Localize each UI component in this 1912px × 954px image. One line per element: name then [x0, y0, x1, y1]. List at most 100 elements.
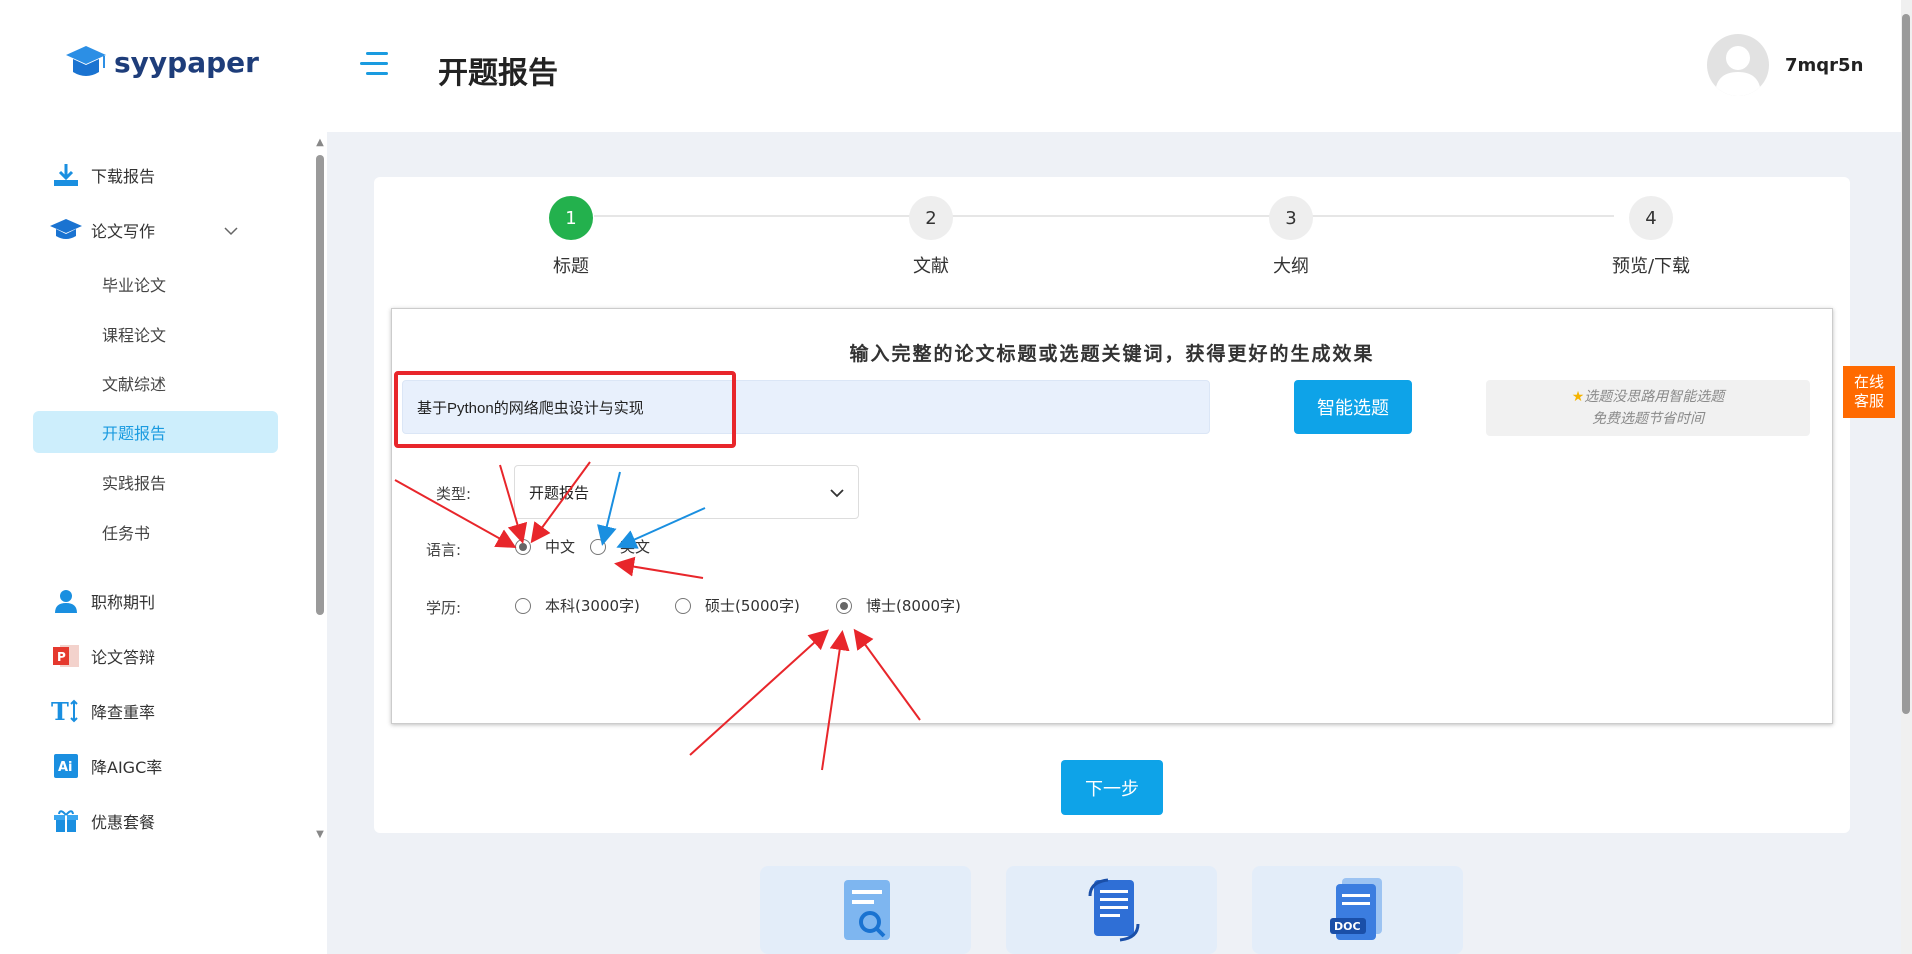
sidebar-item-label: 下载报告: [91, 167, 156, 186]
topic-form: 输入完整的论文标题或选题关键词，获得更好的生成效果 智能选题 ★选题没思路用智能…: [391, 308, 1833, 724]
radio-label: 硕士(5000字): [705, 597, 800, 615]
sidebar-item-label: 课程论文: [102, 326, 167, 345]
sidebar-item-journal[interactable]: 职称期刊: [33, 580, 278, 622]
graduation-cap-icon: [49, 215, 83, 245]
sidebar-item-label: 开题报告: [102, 424, 167, 443]
degree-label: 学历:: [426, 599, 462, 617]
radio-unselected-icon[interactable]: [515, 597, 531, 614]
sidebar-scroll-down-arrow-icon[interactable]: ▼: [314, 830, 326, 840]
form-heading: 输入完整的论文标题或选题关键词，获得更好的生成效果: [849, 343, 1375, 365]
step-label: 文献: [913, 256, 949, 277]
online-service-button[interactable]: 在线 客服: [1843, 366, 1895, 418]
sidebar-scroll-up-arrow-icon[interactable]: ▲: [314, 138, 326, 148]
sidebar-subitem-literature-review[interactable]: 文献综述: [33, 362, 278, 404]
download-icon: [49, 160, 83, 190]
step-number: 3: [1269, 196, 1313, 240]
type-label: 类型:: [436, 485, 472, 503]
step-label: 预览/下载: [1611, 256, 1691, 277]
sidebar-subitem-proposal-report[interactable]: 开题报告: [33, 411, 278, 453]
star-icon: ★: [1571, 389, 1585, 405]
document-refresh-icon: [1088, 878, 1140, 942]
sidebar-item-label: 毕业论文: [102, 276, 167, 295]
sidebar-item-label: 优惠套餐: [91, 813, 156, 832]
sidebar-item-defense[interactable]: P 论文答辩: [33, 635, 278, 677]
sidebar-item-label: 论文写作: [91, 222, 156, 241]
sidebar-subitem-task-book[interactable]: 任务书: [33, 511, 278, 553]
language-radio-english[interactable]: 英文: [590, 536, 650, 557]
ai-icon: Ai: [49, 751, 83, 781]
sidebar-item-packages[interactable]: 优惠套餐: [33, 800, 278, 842]
radio-label: 英文: [620, 538, 651, 556]
radio-label: 中文: [545, 538, 576, 556]
svg-text:Ai: Ai: [58, 760, 73, 775]
radio-selected-icon[interactable]: [515, 538, 531, 555]
sidebar-scrollbar[interactable]: [316, 155, 324, 615]
radio-label: 博士(8000字): [866, 597, 961, 615]
sidebar-subitem-practice-report[interactable]: 实践报告: [33, 461, 278, 503]
step-literature: 2 文献: [831, 196, 1031, 278]
sidebar-item-label: 任务书: [102, 524, 151, 543]
radio-selected-icon[interactable]: [836, 597, 852, 614]
type-select[interactable]: 开题报告: [514, 465, 859, 519]
menu-toggle-icon[interactable]: [360, 52, 388, 78]
radio-label: 本科(3000字): [545, 597, 640, 615]
feature-card-doc[interactable]: DOC: [1252, 866, 1463, 954]
sidebar-item-download-report[interactable]: 下载报告: [33, 154, 278, 196]
type-select-value: 开题报告: [529, 483, 590, 502]
document-search-icon: [844, 880, 890, 940]
main-scrollbar[interactable]: [1902, 14, 1910, 714]
svg-text:DOC: DOC: [1334, 920, 1361, 933]
chevron-down-icon[interactable]: [224, 221, 238, 240]
graduation-cap-logo-icon: [66, 46, 106, 76]
next-step-button[interactable]: 下一步: [1061, 760, 1163, 815]
sidebar-subitem-graduation-thesis[interactable]: 毕业论文: [33, 263, 278, 305]
step-label: 标题: [553, 256, 589, 277]
text-resize-icon: T: [49, 696, 83, 726]
step-number: 4: [1629, 196, 1673, 240]
sidebar-item-label: 降AIGC率: [91, 758, 163, 777]
username[interactable]: 7mqr5n: [1785, 55, 1863, 76]
avatar[interactable]: [1707, 34, 1769, 96]
sidebar-item-label: 职称期刊: [91, 593, 156, 612]
svg-text:P: P: [57, 650, 66, 664]
language-label: 语言:: [426, 541, 462, 559]
step-progress: 1 标题 2 文献 3 大纲 4 预览/下载: [374, 177, 1850, 287]
sidebar-item-label: 降查重率: [91, 703, 156, 722]
service-line: 在线: [1853, 373, 1884, 391]
language-radio-chinese[interactable]: 中文: [515, 536, 575, 557]
proposal-card: 1 标题 2 文献 3 大纲 4 预览/下载 输入完整的论文标题或选题关键词，获…: [374, 177, 1850, 833]
step-label: 大纲: [1273, 256, 1309, 277]
hint-line: 选题没思路用智能选题: [1584, 389, 1725, 405]
sidebar-item-label: 文献综述: [102, 375, 167, 394]
step-preview-download: 4 预览/下载: [1551, 196, 1751, 278]
radio-unselected-icon[interactable]: [590, 538, 606, 555]
gift-icon: [49, 806, 83, 836]
logo[interactable]: syypaper: [64, 44, 259, 80]
degree-radio-doctor[interactable]: 博士(8000字): [836, 595, 961, 616]
sidebar: syypaper 下载报告 论文写作 毕业论文 课程论文 文献综述 开题报告 实…: [0, 0, 327, 954]
hint-line: 免费选题节省时间: [1592, 411, 1704, 427]
step-title: 1 标题: [471, 196, 671, 278]
page-title: 开题报告: [438, 56, 558, 91]
feature-card-search[interactable]: [760, 866, 971, 954]
sidebar-subitem-course-paper[interactable]: 课程论文: [33, 313, 278, 355]
title-input[interactable]: [402, 380, 1210, 434]
feature-card-rewrite[interactable]: [1006, 866, 1217, 954]
sidebar-item-reduce-duplication[interactable]: T 降查重率: [33, 690, 278, 732]
sidebar-item-reduce-aigc[interactable]: Ai 降AIGC率: [33, 745, 278, 787]
chevron-down-icon: [830, 484, 844, 502]
degree-radio-bachelor[interactable]: 本科(3000字): [515, 595, 640, 616]
sidebar-item-paper-writing[interactable]: 论文写作: [33, 209, 278, 251]
service-line: 客服: [1853, 392, 1884, 410]
user-icon: [49, 586, 83, 616]
degree-radio-master[interactable]: 硕士(5000字): [675, 595, 800, 616]
header: [327, 0, 1912, 132]
ppt-icon: P: [49, 641, 83, 671]
step-number: 2: [909, 196, 953, 240]
logo-text: syypaper: [114, 45, 259, 79]
smart-topic-button[interactable]: 智能选题: [1294, 380, 1412, 434]
doc-file-icon: DOC: [1330, 878, 1382, 940]
radio-unselected-icon[interactable]: [675, 597, 691, 614]
svg-text:T: T: [51, 698, 69, 724]
step-number: 1: [549, 196, 593, 240]
